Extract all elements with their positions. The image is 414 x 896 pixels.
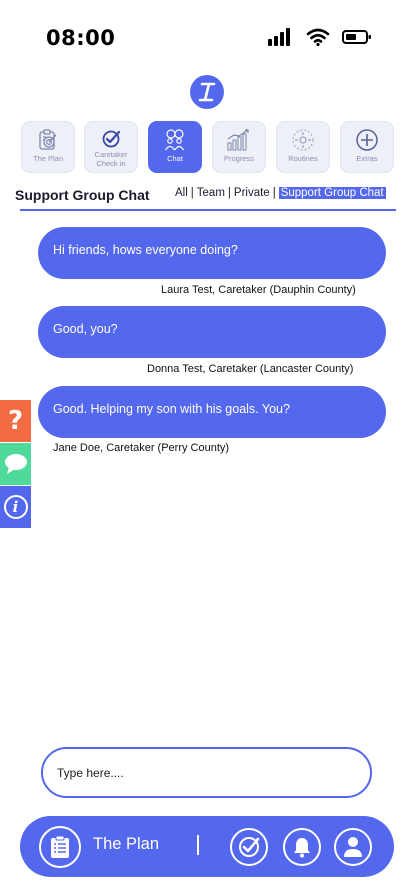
heading-divider	[20, 209, 396, 211]
message-bubble: Hi friends, hows everyone doing?	[38, 227, 386, 279]
nav-tile-the-plan[interactable]: The Plan	[21, 121, 75, 173]
filter-tab-support-group-chat[interactable]: Support Group Chat	[278, 187, 386, 199]
nav-tile-chat[interactable]: Chat	[148, 121, 202, 173]
cellular-signal-icon	[268, 28, 290, 46]
status-icons	[268, 28, 372, 46]
nav-tile-label: Progress	[223, 154, 254, 163]
check-circle-icon	[101, 130, 121, 148]
wifi-icon	[306, 28, 330, 46]
bell-icon	[294, 838, 310, 858]
nav-tile-label: Chat	[167, 154, 183, 163]
nav-tile-routines[interactable]: Routines	[276, 121, 330, 173]
profile-button[interactable]	[334, 828, 372, 866]
message-input[interactable]	[41, 747, 372, 798]
nav-tile-label: Routines	[288, 154, 318, 163]
help-question-icon: ?	[7, 406, 24, 436]
info-tab[interactable]: i	[0, 486, 31, 528]
app-logo	[190, 75, 224, 109]
chat-people-icon	[163, 128, 187, 152]
nav-tile-progress[interactable]: Progress	[212, 121, 266, 173]
user-icon	[344, 837, 362, 857]
plan-label[interactable]: The Plan	[93, 835, 159, 854]
notifications-button[interactable]	[283, 828, 321, 866]
filter-bar: All | Team | Private | Support Group Cha…	[175, 187, 386, 199]
info-glyph: i	[12, 497, 19, 516]
message-bubble: Good, you?	[38, 306, 386, 358]
filter-tab-private[interactable]: Private	[234, 187, 270, 199]
status-bar: 08:00	[0, 0, 414, 80]
battery-icon	[342, 30, 371, 44]
nav-tile-label: Caretaker Check in	[94, 150, 128, 168]
bottom-nav-bar: The Plan	[20, 816, 394, 877]
nav-tile-extras[interactable]: Extras	[340, 121, 394, 173]
plus-circle-icon	[355, 128, 379, 152]
info-icon: i	[3, 495, 28, 519]
filter-separator: |	[227, 187, 231, 199]
nav-tiles: The Plan Caretaker Check in Chat Progres…	[21, 121, 394, 173]
message-sender: Donna Test, Caretaker (Lancaster County)	[147, 363, 354, 375]
chat-tab[interactable]	[0, 443, 31, 485]
bar-divider	[197, 835, 199, 855]
nav-tile-caretaker-check-in[interactable]: Caretaker Check in	[84, 121, 138, 173]
status-time: 08:00	[46, 26, 116, 50]
page-title: Support Group Chat	[15, 187, 150, 203]
message-sender: Jane Doe, Caretaker (Perry County)	[53, 442, 230, 454]
filter-tab-team[interactable]: Team	[197, 187, 225, 199]
help-tab[interactable]: ?	[0, 400, 31, 442]
check-in-button[interactable]	[230, 828, 268, 866]
check-circle-icon	[239, 837, 260, 857]
plan-button[interactable]	[39, 826, 81, 868]
bar-chart-icon	[226, 128, 252, 152]
filter-separator: |	[272, 187, 276, 199]
nav-tile-label: Extras	[356, 154, 378, 163]
nav-tile-label: The Plan	[32, 154, 64, 163]
clipboard-target-icon	[37, 128, 59, 152]
chat-bubble-icon	[4, 454, 27, 474]
message-bubble: Good. Helping my son with his goals. You…	[38, 386, 386, 438]
clipboard-icon	[51, 835, 69, 858]
filter-separator: |	[190, 187, 194, 199]
logo-i-icon	[198, 82, 216, 102]
routine-cycle-icon	[291, 128, 315, 152]
filter-tab-all[interactable]: All	[175, 187, 188, 199]
message-sender: Laura Test, Caretaker (Dauphin County)	[161, 284, 356, 296]
